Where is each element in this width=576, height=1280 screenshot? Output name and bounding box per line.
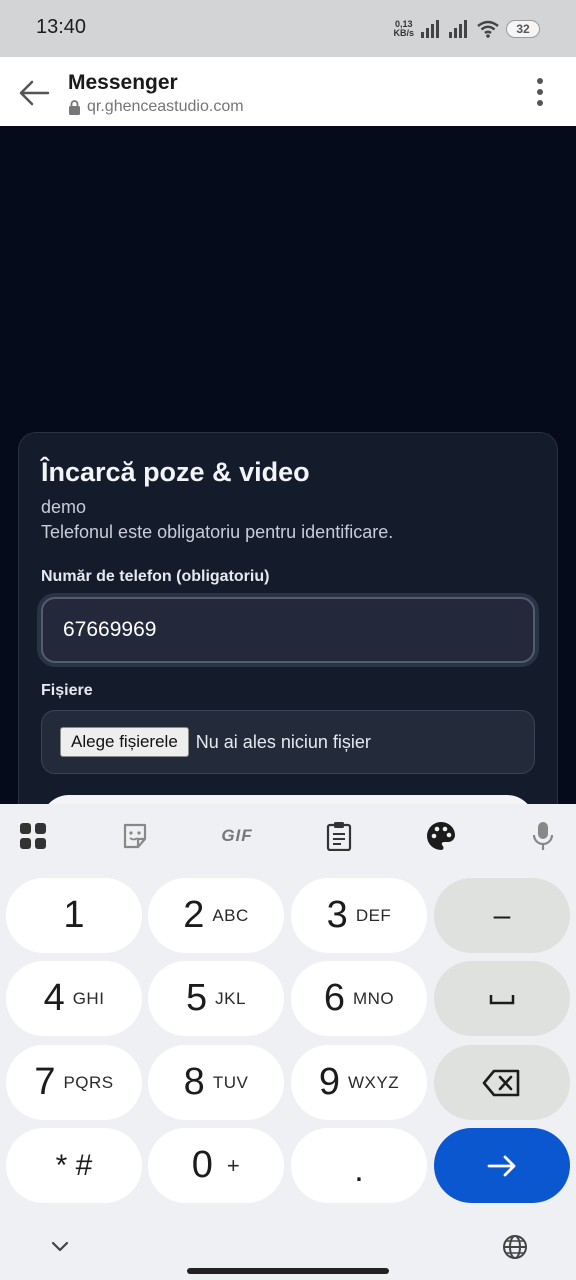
key-7[interactable]: 7 PQRS <box>6 1045 142 1120</box>
key-backspace[interactable] <box>434 1045 570 1120</box>
files-label: Fișiere <box>41 682 93 699</box>
key-1-digit: 1 <box>63 894 85 936</box>
key-4[interactable]: 4 GHI <box>6 961 142 1036</box>
key-3-digit: 3 <box>326 894 348 936</box>
status-time: 13:40 <box>36 16 87 38</box>
key-5-digit: 5 <box>186 977 208 1019</box>
form-title: Încarcă poze & video <box>41 457 310 487</box>
navigation-handle[interactable] <box>187 1268 389 1274</box>
key-0-plus: + <box>226 1152 241 1178</box>
key-7-digit: 7 <box>34 1061 56 1103</box>
more-vert-icon <box>537 78 543 106</box>
status-bar: 13:40 0,13 KB/s 32 <box>0 0 576 57</box>
web-page: Încarcă poze & video demo Telefonul este… <box>0 126 576 804</box>
keyboard: GIF 1 2 ABC 3 DEF – 4 GHI 5 JKL 6 MNO 7 … <box>0 804 576 1280</box>
key-star-hash-label: * # <box>55 1148 93 1182</box>
key-8-digit: 8 <box>183 1061 205 1103</box>
key-8-letters: TUV <box>212 1072 249 1092</box>
more-options-button[interactable] <box>528 75 552 109</box>
app-title: Messenger <box>68 71 178 94</box>
arrow-right-icon <box>487 1155 516 1176</box>
globe-icon[interactable] <box>502 1234 528 1260</box>
palette-icon[interactable] <box>425 820 457 852</box>
apps-icon[interactable] <box>17 820 49 852</box>
key-1[interactable]: 1 <box>6 878 142 953</box>
key-6-digit: 6 <box>323 977 345 1019</box>
backspace-icon <box>482 1069 520 1096</box>
key-0[interactable]: 0 + <box>148 1128 284 1203</box>
choose-files-button[interactable]: Alege fișierele <box>60 727 189 757</box>
phone-input[interactable]: 67669969 <box>41 597 535 663</box>
lock-icon <box>69 99 80 115</box>
clipboard-icon[interactable] <box>323 820 355 852</box>
key-4-letters: GHI <box>72 988 105 1008</box>
key-9[interactable]: 9 WXYZ <box>291 1045 427 1120</box>
form-note: Telefonul este obligatoriu pentru identi… <box>41 522 394 542</box>
key-9-letters: WXYZ <box>348 1072 400 1092</box>
key-2-digit: 2 <box>183 894 205 936</box>
key-2-letters: ABC <box>212 905 249 925</box>
key-3-letters: DEF <box>355 905 392 925</box>
key-5-letters: JKL <box>215 988 246 1008</box>
url-row: qr.ghenceastudio.com <box>68 98 244 116</box>
key-star-hash[interactable]: * # <box>6 1128 142 1203</box>
key-5[interactable]: 5 JKL <box>148 961 284 1036</box>
key-8[interactable]: 8 TUV <box>148 1045 284 1120</box>
form-subtitle: demo <box>41 497 87 517</box>
back-button[interactable] <box>14 73 54 113</box>
file-status: Nu ai ales niciun fișier <box>195 731 371 752</box>
key-7-letters: PQRS <box>63 1072 114 1092</box>
space-icon <box>489 994 515 1004</box>
page-url: qr.ghenceastudio.com <box>87 98 244 115</box>
key-period[interactable]: . <box>291 1128 427 1203</box>
key-2[interactable]: 2 ABC <box>148 878 284 953</box>
back-arrow-icon <box>19 80 50 106</box>
submit-button[interactable] <box>41 795 535 804</box>
gif-button[interactable]: GIF <box>218 820 256 852</box>
file-input[interactable]: Alege fișierele Nu ai ales niciun fișier <box>41 710 535 774</box>
sticker-icon[interactable] <box>119 820 151 852</box>
key-0-digit: 0 <box>191 1144 213 1186</box>
signal-icon <box>421 20 439 38</box>
key-3[interactable]: 3 DEF <box>291 878 427 953</box>
phone-label: Număr de telefon (obligatoriu) <box>41 568 270 585</box>
network-speed-unit: KB/s <box>393 28 414 38</box>
battery-icon: 32 <box>506 20 540 38</box>
network-speed: 0,13 KB/s <box>393 20 414 38</box>
signal-icon-2 <box>449 20 467 38</box>
keyboard-bottom-bar <box>0 1222 576 1280</box>
mic-icon[interactable] <box>527 820 559 852</box>
key-4-digit: 4 <box>43 977 65 1019</box>
key-9-digit: 9 <box>318 1061 341 1103</box>
key-6-letters: MNO <box>352 988 395 1008</box>
gif-label: GIF <box>221 826 253 845</box>
keyboard-toolbar: GIF <box>0 804 576 868</box>
key-period-label: . <box>354 1151 364 1189</box>
key-space[interactable] <box>434 961 570 1036</box>
wifi-icon <box>477 20 499 38</box>
app-bar: Messenger qr.ghenceastudio.com <box>0 57 576 126</box>
key-6[interactable]: 6 MNO <box>291 961 427 1036</box>
chevron-down-icon[interactable] <box>50 1240 70 1254</box>
key-minus[interactable]: – <box>434 878 570 953</box>
status-icons: 0,13 KB/s 32 <box>393 15 540 43</box>
upload-form-card: Încarcă poze & video demo Telefonul este… <box>18 432 558 804</box>
key-minus-label: – <box>493 898 511 932</box>
key-next[interactable] <box>434 1128 570 1203</box>
